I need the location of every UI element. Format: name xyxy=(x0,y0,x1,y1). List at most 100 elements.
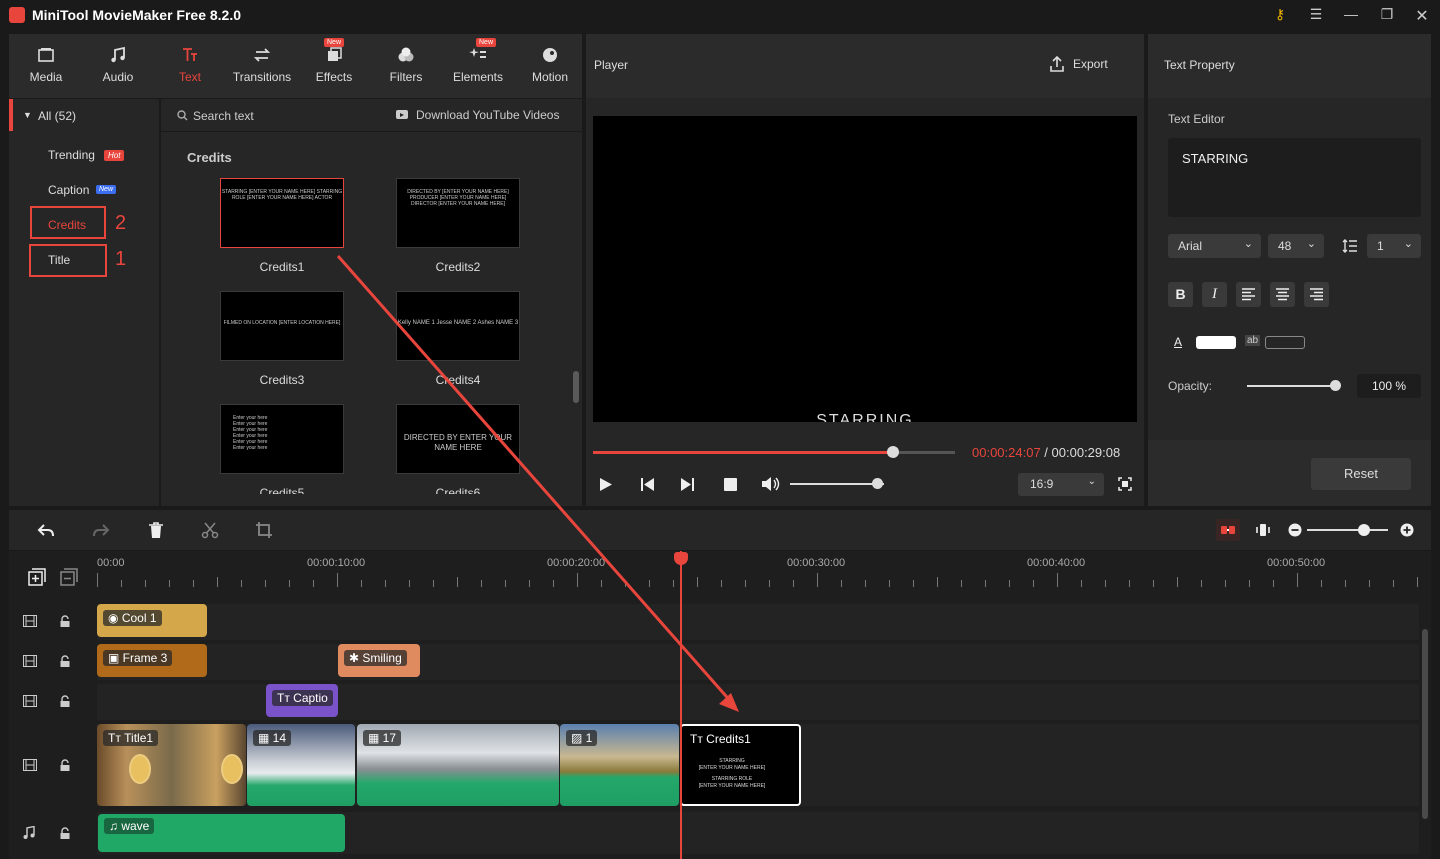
category-panel: ▼ All (52) Trending Hot Caption New Cred… xyxy=(9,99,159,506)
maximize-button[interactable]: ❐ xyxy=(1377,6,1397,26)
zoom-slider[interactable] xyxy=(1307,529,1388,531)
snap-button[interactable] xyxy=(1216,519,1240,541)
text-clip[interactable]: Tт Captio xyxy=(266,684,338,717)
divider xyxy=(161,131,582,132)
tab-media[interactable]: Media xyxy=(10,34,82,98)
line-spacing-select[interactable]: 1 ⌄ xyxy=(1367,234,1421,258)
font-select[interactable]: Arial ⌄ xyxy=(1168,234,1261,258)
volume-handle[interactable] xyxy=(872,478,884,489)
zoom-out-icon[interactable] xyxy=(1286,521,1304,539)
video-clip[interactable]: ▦ 14 xyxy=(247,724,355,806)
category-credits[interactable]: Credits xyxy=(48,218,86,232)
clip-label: ▦ 14 xyxy=(253,730,292,746)
font-size-value: 48 xyxy=(1278,239,1292,253)
playhead[interactable] xyxy=(680,551,682,859)
credits1-thumbnail[interactable]: STARRING [ENTER YOUR NAME HERE] STARRING… xyxy=(220,178,344,248)
opacity-handle[interactable] xyxy=(1330,380,1341,391)
tab-motion[interactable]: Motion xyxy=(514,34,586,98)
bold-button[interactable]: B xyxy=(1168,282,1193,307)
previous-frame-icon[interactable] xyxy=(640,477,655,492)
image-clip[interactable]: ▨ 1 xyxy=(560,724,679,806)
timeline-ruler[interactable]: 00:00 00:00:10:00 00:00:20:00 00:00:30:0… xyxy=(97,551,1419,591)
tab-text[interactable]: Text xyxy=(154,34,226,98)
italic-button[interactable]: I xyxy=(1202,282,1227,307)
play-icon[interactable] xyxy=(599,477,613,492)
tab-effects[interactable]: Effects New xyxy=(298,34,370,98)
reset-button[interactable]: Reset xyxy=(1311,458,1411,490)
zoom-handle[interactable] xyxy=(1357,524,1370,536)
tab-filters[interactable]: Filters xyxy=(370,34,442,98)
next-frame-icon[interactable] xyxy=(680,477,695,492)
title-clip[interactable]: Tт Title1 xyxy=(97,724,246,806)
background-color-swatch[interactable] xyxy=(1265,336,1305,349)
credits5-thumbnail[interactable]: Enter your here Enter your here Enter yo… xyxy=(220,404,344,474)
key-icon[interactable]: ⚷ xyxy=(1270,6,1290,26)
ruler-ticks xyxy=(97,573,1418,587)
lock-icon[interactable] xyxy=(59,655,73,667)
delete-icon[interactable] xyxy=(147,521,165,539)
thumbnail-caption: Credits2 xyxy=(435,260,481,274)
download-youtube-link[interactable]: Download YouTube Videos xyxy=(416,108,559,122)
thumbnail-caption: Credits1 xyxy=(259,260,305,274)
menu-icon[interactable]: ☰ xyxy=(1306,6,1326,26)
lock-icon[interactable] xyxy=(59,827,73,839)
redo-icon[interactable] xyxy=(92,521,110,539)
text-editor-field[interactable]: STARRING xyxy=(1168,138,1421,217)
ruler-label: 00:00:30:00 xyxy=(787,557,846,569)
element-clip[interactable]: ✱ Smiling xyxy=(338,644,420,677)
align-center-icon[interactable] xyxy=(1270,282,1295,307)
lock-icon[interactable] xyxy=(59,615,73,627)
volume-icon[interactable] xyxy=(761,476,780,492)
search-input[interactable]: Search text xyxy=(193,109,254,123)
credits-clip[interactable]: Tт Credits1 STARRING [ENTER YOUR NAME HE… xyxy=(680,724,801,806)
font-size-select[interactable]: 48 ⌄ xyxy=(1268,234,1324,258)
export-button[interactable]: Export xyxy=(1073,57,1108,71)
credits6-thumbnail[interactable]: DIRECTED BY ENTER YOUR NAME HERE xyxy=(396,404,520,474)
tab-transitions[interactable]: Transitions xyxy=(226,34,298,98)
category-title[interactable]: Title xyxy=(48,253,70,267)
lock-icon[interactable] xyxy=(59,759,73,771)
aspect-ratio-select[interactable]: 16:9 ⌄ xyxy=(1018,473,1104,496)
lock-icon[interactable] xyxy=(59,695,73,707)
volume-slider[interactable] xyxy=(790,483,884,485)
category-trending[interactable]: Trending xyxy=(48,148,95,162)
tab-elements[interactable]: Elements New xyxy=(442,34,514,98)
audio-clip[interactable]: ♫ wave xyxy=(98,814,345,852)
category-caption[interactable]: Caption xyxy=(48,183,89,197)
add-track-icon[interactable] xyxy=(28,568,46,586)
progress-handle[interactable] xyxy=(887,446,900,458)
text-color-swatch[interactable] xyxy=(1196,336,1236,349)
opacity-input[interactable]: 100 % xyxy=(1357,374,1421,398)
credits3-thumbnail[interactable]: FILMED ON LOCATION [ENTER LOCATION HERE] xyxy=(220,291,344,361)
chevron-down-icon: ⌄ xyxy=(1306,238,1316,250)
motion-icon xyxy=(543,48,557,62)
clip-name: 14 xyxy=(272,731,287,745)
element-clip[interactable]: ▣ Frame 3 xyxy=(97,644,207,677)
align-right-icon[interactable] xyxy=(1304,282,1329,307)
category-all[interactable]: All (52) xyxy=(38,109,76,123)
close-button[interactable]: ✕ xyxy=(1412,6,1432,26)
crop-icon[interactable] xyxy=(255,521,273,539)
video-clip[interactable]: ▦ 17 xyxy=(357,724,559,806)
zoom-in-icon[interactable] xyxy=(1398,521,1416,539)
opacity-slider[interactable] xyxy=(1247,385,1335,387)
remove-track-icon[interactable] xyxy=(60,568,78,586)
clip-name: Credits1 xyxy=(706,732,751,746)
minimize-button[interactable]: — xyxy=(1341,6,1361,26)
fullscreen-icon[interactable] xyxy=(1118,477,1132,491)
library-scrollbar[interactable] xyxy=(573,371,579,403)
undo-icon[interactable] xyxy=(37,521,55,539)
tab-audio[interactable]: Audio xyxy=(82,34,154,98)
fit-timeline-icon[interactable] xyxy=(1254,521,1272,539)
timeline-scrollbar[interactable] xyxy=(1422,629,1428,819)
align-left-icon[interactable] xyxy=(1236,282,1261,307)
credits2-thumbnail[interactable]: DIRECTED BY [ENTER YOUR NAME HERE] PRODU… xyxy=(396,178,520,248)
clip-label: Tт Credits1 xyxy=(690,732,751,746)
filter-clip[interactable]: ◉ Cool 1 xyxy=(97,604,207,637)
collapse-icon[interactable]: ▼ xyxy=(23,110,32,120)
split-icon[interactable] xyxy=(201,521,219,539)
credits-preview: STARRING [ENTER YOUR NAME HERE] STARRING… xyxy=(682,758,782,790)
credits4-thumbnail[interactable]: Kelly NAME 1 Jesse NAME 2 Ashes NAME 3 xyxy=(396,291,520,361)
elements-icon xyxy=(469,48,486,58)
stop-icon[interactable] xyxy=(724,478,737,491)
